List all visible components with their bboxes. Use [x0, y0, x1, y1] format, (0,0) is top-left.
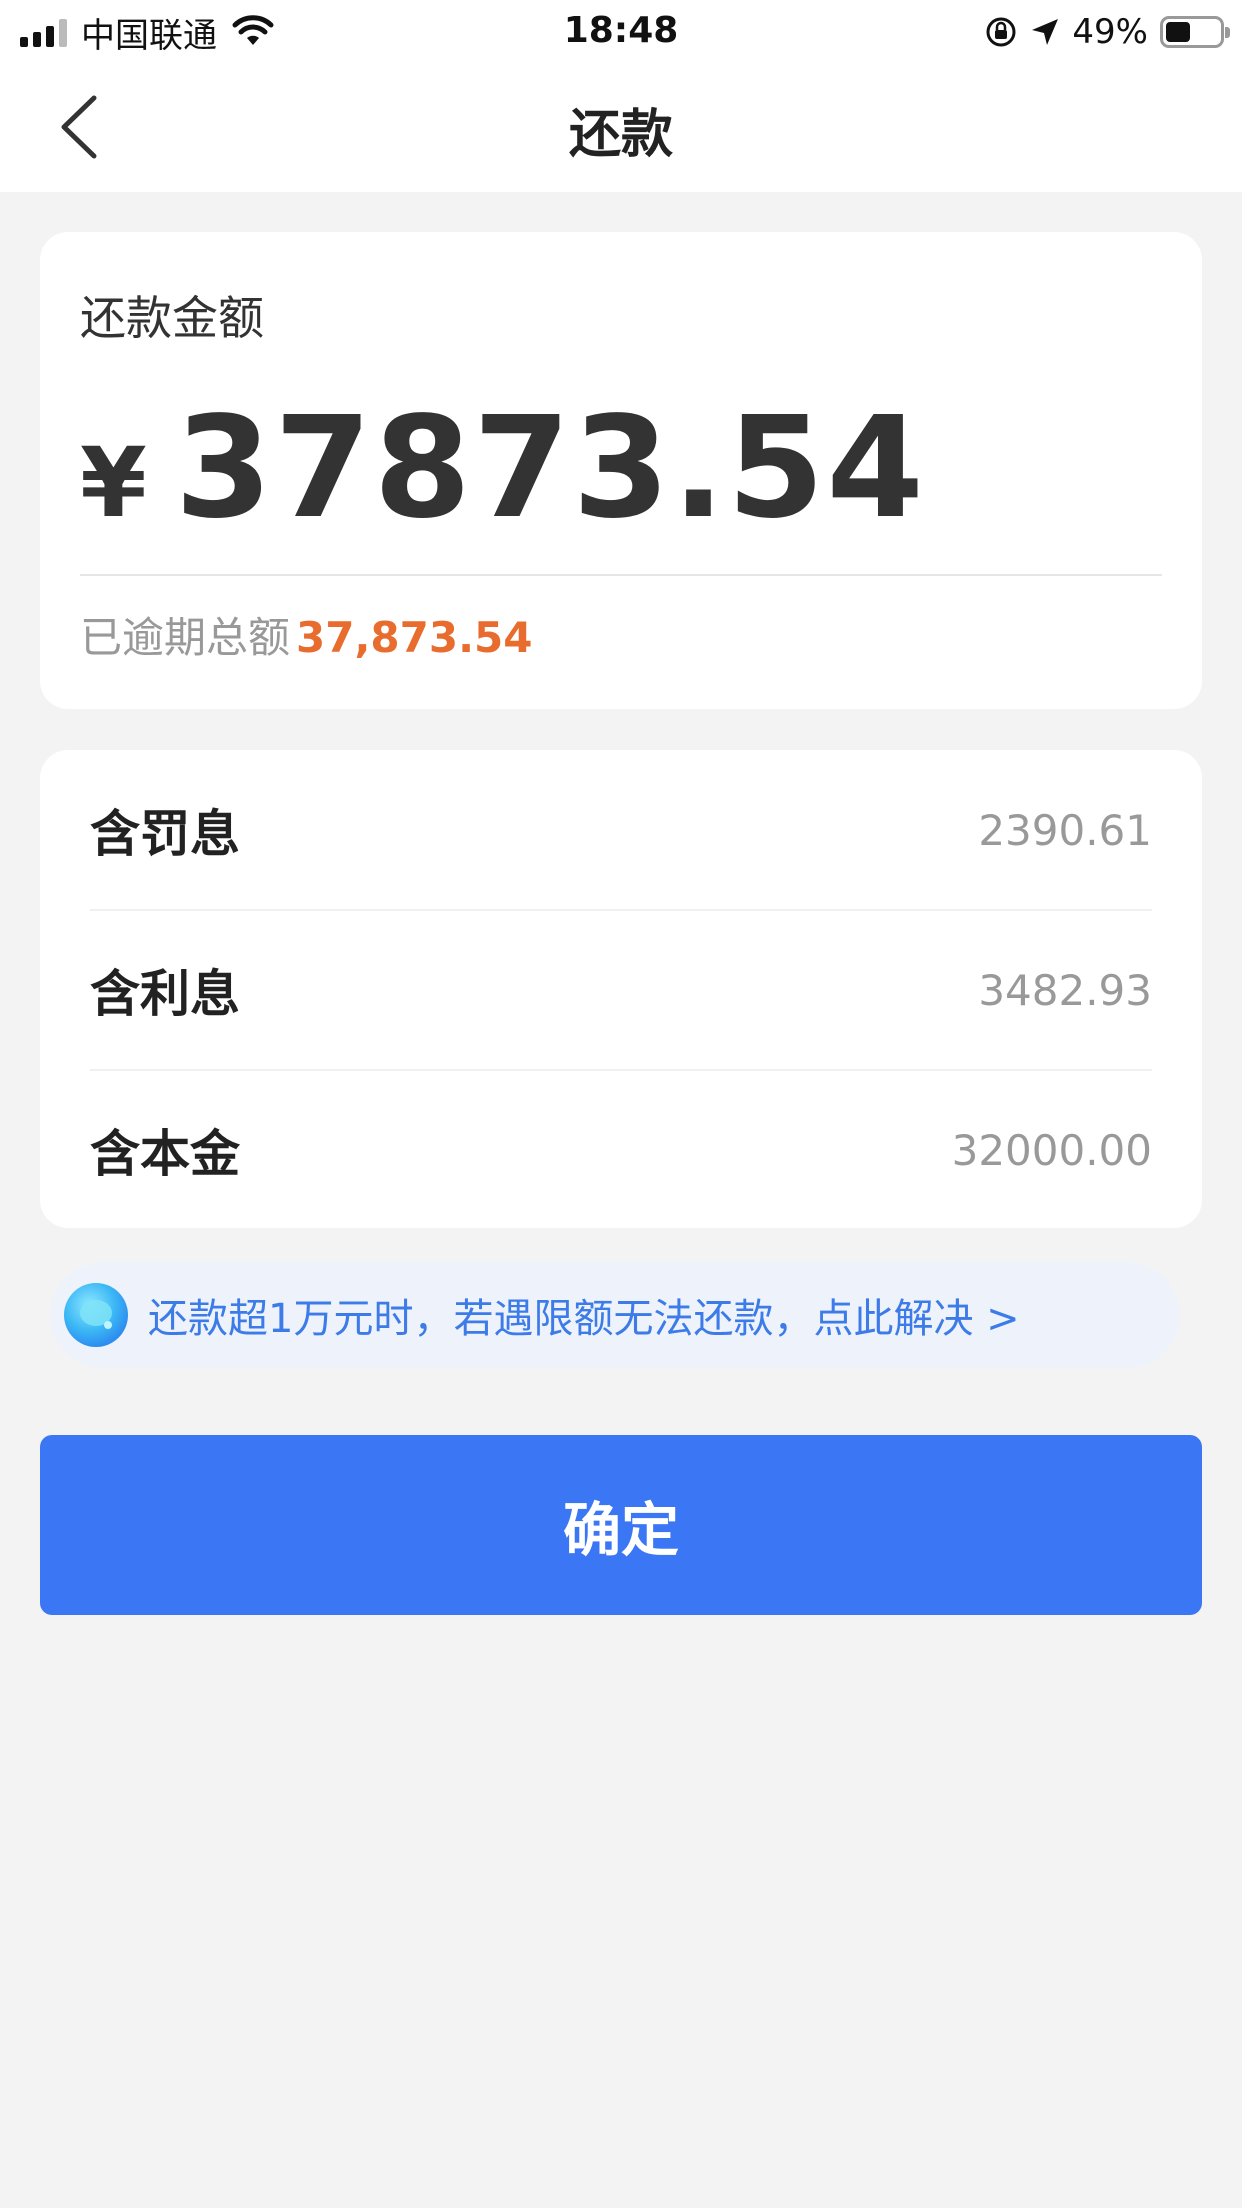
row-label: 含利息 — [90, 965, 240, 1023]
overdue-label: 已逾期总额 — [80, 613, 291, 662]
currency-symbol: ¥ — [80, 427, 147, 539]
amount-divider — [80, 574, 1162, 576]
battery-icon — [1160, 16, 1230, 48]
page-title: 还款 — [568, 105, 673, 165]
row-value: 3482.93 — [978, 965, 1152, 1015]
overdue-total: 已逾期总额 37,873.54 — [80, 604, 533, 665]
bubble-icon — [64, 1283, 128, 1347]
status-bar: 中国联通 18:48 49% — [0, 0, 1242, 62]
location-arrow-icon — [1032, 19, 1059, 45]
limit-tip-banner[interactable]: 还款超1万元时，若遇限额无法还款，点此解决 > — [50, 1262, 1180, 1368]
nav-bar: 还款 — [0, 62, 1242, 192]
amount-value: 37873.54 — [174, 387, 926, 550]
amount-display: ¥ 37873.54 — [80, 387, 926, 550]
breakdown-row-penalty: 含罚息 2390.61 — [90, 750, 1152, 910]
orientation-lock-icon — [986, 17, 1016, 47]
battery-percent: 49% — [1072, 12, 1148, 52]
row-label: 含罚息 — [90, 805, 240, 863]
amount-label: 还款金额 — [80, 291, 264, 345]
overdue-value: 37,873.54 — [296, 613, 533, 662]
row-label: 含本金 — [90, 1125, 240, 1183]
status-right: 49% — [984, 12, 1230, 52]
breakdown-row-interest: 含利息 3482.93 — [90, 910, 1152, 1070]
row-value: 32000.00 — [951, 1125, 1152, 1175]
repayment-amount-card: 还款金额 ¥ 37873.54 已逾期总额 37,873.54 — [40, 232, 1202, 709]
tip-text: 还款超1万元时，若遇限额无法还款，点此解决 > — [148, 1296, 1020, 1342]
confirm-button[interactable]: 确定 — [40, 1435, 1202, 1615]
breakdown-card: 含罚息 2390.61 含利息 3482.93 含本金 32000.00 — [40, 750, 1202, 1228]
breakdown-row-principal: 含本金 32000.00 — [90, 1070, 1152, 1230]
row-value: 2390.61 — [978, 805, 1152, 855]
